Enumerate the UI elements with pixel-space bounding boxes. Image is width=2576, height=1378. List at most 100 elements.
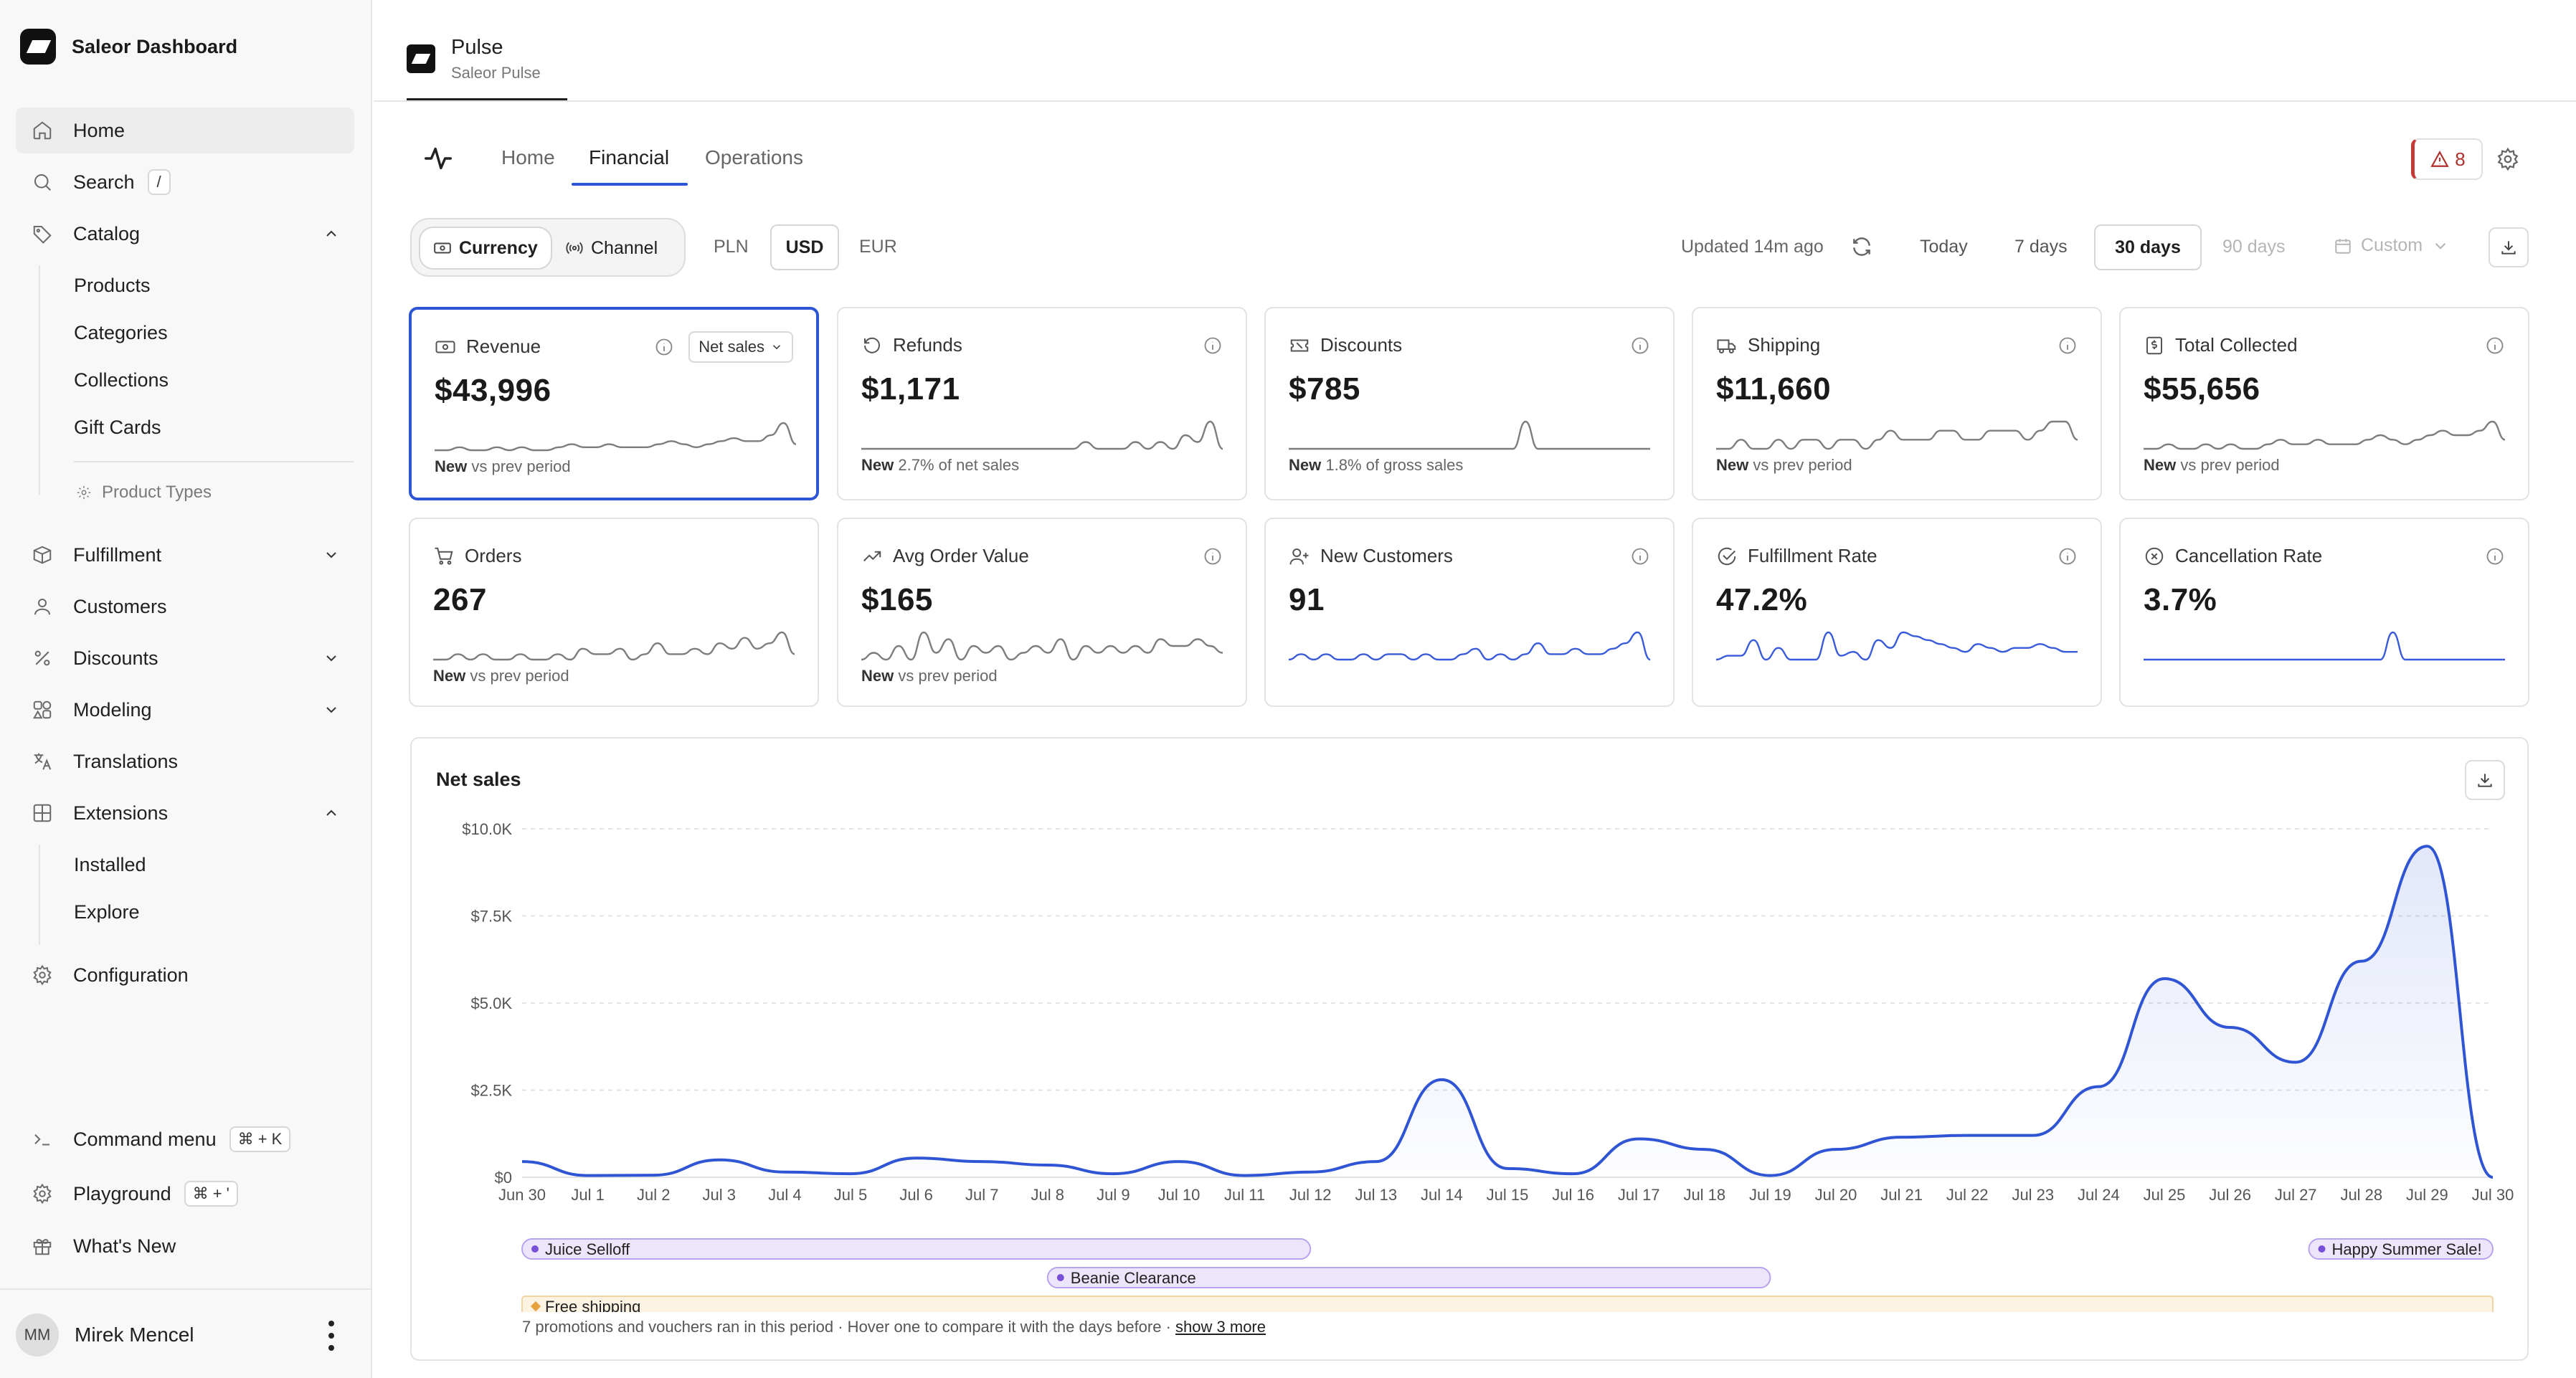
x-tick-label: Jul 16 — [1552, 1186, 1594, 1204]
info-icon[interactable] — [1203, 546, 1223, 566]
kpi-card-header: Fulfillment Rate — [1716, 545, 1877, 567]
sparkline-path — [1289, 631, 1650, 661]
x-tick-label: Jul 2 — [637, 1186, 670, 1204]
promotion-bar[interactable]: Beanie Clearance — [1046, 1267, 1771, 1288]
kpi-card-footer: New 1.8% of gross sales — [1289, 456, 1463, 475]
tab-home[interactable]: Home — [501, 146, 555, 169]
kpi-card-shipping[interactable]: Shipping $11,660 New vs prev period — [1692, 307, 2102, 500]
kpi-card-revenue[interactable]: Revenue Net sales $43,996 New vs prev pe… — [409, 307, 819, 500]
sidebar-item-label: Playground — [73, 1182, 171, 1204]
sidebar-item-search[interactable]: Search / — [16, 159, 354, 205]
show-more-link[interactable]: show 3 more — [1175, 1318, 1266, 1336]
info-icon[interactable] — [1203, 336, 1223, 356]
info-icon[interactable] — [2485, 336, 2505, 356]
kpi-card-refunds[interactable]: Refunds $1,171 New 2.7% of net sales — [837, 307, 1247, 500]
kpi-card-title: Refunds — [893, 334, 962, 356]
kpi-card-cancellation-rate[interactable]: Cancellation Rate 3.7% — [2119, 518, 2529, 707]
sidebar-subitem-products[interactable]: Products — [74, 275, 151, 297]
sidebar-subitem-product-types[interactable]: Product Types — [76, 483, 212, 503]
sidebar-subitem-collections[interactable]: Collections — [74, 369, 169, 391]
currency-eur-button[interactable]: EUR — [859, 237, 897, 257]
range-30-days-button[interactable]: 30 days — [2094, 224, 2202, 270]
net-sales-panel: Net sales $0 $2.5K $5.0K $7.5K $10.0K Jun 30 J… — [410, 737, 2529, 1361]
translate-icon — [30, 749, 55, 774]
kpi-card-header: Avg Order Value — [861, 545, 1029, 567]
promotion-bar[interactable]: Juice Selloff — [521, 1238, 1312, 1260]
range-7-days-button[interactable]: 7 days — [2014, 237, 2068, 257]
refresh-icon[interactable] — [1850, 235, 1873, 258]
info-icon[interactable] — [2058, 336, 2078, 356]
user-menu[interactable]: MM Mirek Mencel — [16, 1313, 194, 1356]
promotion-bar-shape — [521, 1238, 1312, 1260]
info-icon[interactable] — [2058, 546, 2078, 566]
group-by-channel-button[interactable]: Channel — [552, 227, 671, 270]
promotion-bar[interactable]: Free shipping — [521, 1296, 2494, 1312]
sidebar-item-customers[interactable]: Customers — [16, 584, 354, 629]
brand[interactable]: Saleor Dashboard — [20, 29, 237, 65]
kpi-card-title: Shipping — [1748, 334, 1821, 356]
x-tick-label: Jul 11 — [1224, 1186, 1265, 1204]
sidebar-subitem-installed[interactable]: Installed — [74, 854, 146, 876]
info-icon[interactable] — [1630, 336, 1650, 356]
alerts-button[interactable]: 8 — [2411, 138, 2483, 180]
sparkline — [1716, 420, 2078, 450]
sidebar-subitem-gift-cards[interactable]: Gift Cards — [74, 417, 161, 439]
sparkline-path — [2144, 631, 2505, 661]
brand-name: Saleor Dashboard — [72, 35, 238, 57]
sidebar-item-translations[interactable]: Translations — [16, 738, 354, 784]
sidebar-item-fulfillment[interactable]: Fulfillment — [16, 532, 354, 578]
promotion-bar[interactable]: Happy Summer Sale! — [2308, 1238, 2494, 1260]
sparkline — [433, 631, 795, 661]
currency-usd-button[interactable]: USD — [770, 224, 839, 270]
kpi-card-total-collected[interactable]: Total Collected $55,656 New vs prev peri… — [2119, 307, 2529, 500]
kpi-card-footnote: vs prev period — [898, 667, 998, 685]
metric-select[interactable]: Net sales — [688, 331, 793, 363]
info-icon[interactable] — [654, 337, 674, 357]
gear-icon — [30, 1182, 55, 1206]
x-tick-label: Jul 15 — [1487, 1186, 1529, 1204]
sidebar-item-whats-new[interactable]: What's New — [16, 1223, 354, 1269]
new-badge: New — [861, 667, 894, 685]
kpi-card-new-customers[interactable]: New Customers 91 — [1264, 518, 1675, 707]
app-tab-pulse[interactable]: Pulse Saleor Pulse — [407, 26, 567, 100]
sidebar-item-label: Fulfillment — [73, 543, 162, 566]
tab-operations[interactable]: Operations — [705, 146, 803, 169]
sidebar-item-extensions[interactable]: Extensions — [16, 790, 354, 836]
sparkline-path — [1716, 420, 2078, 450]
custom-range-select[interactable]: Custom — [2334, 235, 2450, 256]
ticket-icon — [1290, 339, 1309, 351]
kpi-card-fulfillment-rate[interactable]: Fulfillment Rate 47.2% — [1692, 518, 2102, 707]
net-sales-chart[interactable]: $0 $2.5K $5.0K $7.5K $10.0K Jun 30 Jul 1 Jul 2 J… — [412, 738, 2530, 1312]
sidebar-item-playground[interactable]: Playground ⌘ + ' — [16, 1171, 354, 1217]
sidebar-item-discounts[interactable]: Discounts — [16, 635, 354, 681]
kpi-card-avg-order-value[interactable]: Avg Order Value $165 New vs prev period — [837, 518, 1247, 707]
sidebar-item-catalog[interactable]: Catalog — [16, 211, 354, 257]
kpi-card-header: New Customers — [1289, 545, 1453, 567]
sidebar-subitem-categories[interactable]: Categories — [74, 322, 168, 344]
y-tick-label: $10.0K — [462, 820, 512, 838]
kpi-card-title: Fulfillment Rate — [1748, 545, 1877, 566]
sidebar-item-modeling[interactable]: Modeling — [16, 687, 354, 733]
sidebar-item-home[interactable]: Home — [16, 108, 354, 153]
currency-pln-button[interactable]: PLN — [714, 237, 749, 257]
sidebar-item-configuration[interactable]: Configuration — [16, 952, 354, 998]
kpi-card-orders[interactable]: Orders 267 New vs prev period — [409, 518, 819, 707]
kpi-card-title: Orders — [465, 545, 522, 566]
kpi-card-value: $55,656 — [2144, 371, 2260, 407]
sidebar-item-command-menu[interactable]: Command menu ⌘ + K — [16, 1116, 354, 1162]
settings-gear-icon[interactable] — [2496, 147, 2520, 171]
kpi-card-discounts[interactable]: Discounts $785 New 1.8% of gross sales — [1264, 307, 1675, 500]
info-icon[interactable] — [2485, 546, 2505, 566]
sidebar-subitem-explore[interactable]: Explore — [74, 901, 140, 923]
range-today-button[interactable]: Today — [1920, 237, 1968, 257]
truck-icon — [1717, 339, 1736, 353]
x-tick-label: Jul 20 — [1815, 1186, 1857, 1204]
x-tick-label: Jul 21 — [1880, 1186, 1923, 1204]
info-icon[interactable] — [1630, 546, 1650, 566]
group-by-currency-button[interactable]: Currency — [419, 227, 552, 270]
tab-financial[interactable]: Financial — [589, 146, 669, 169]
range-90-days-button[interactable]: 90 days — [2222, 237, 2286, 257]
more-vertical-icon[interactable] — [324, 1321, 338, 1351]
export-download-button[interactable] — [2489, 227, 2529, 267]
y-tick-label: $5.0K — [471, 994, 513, 1012]
